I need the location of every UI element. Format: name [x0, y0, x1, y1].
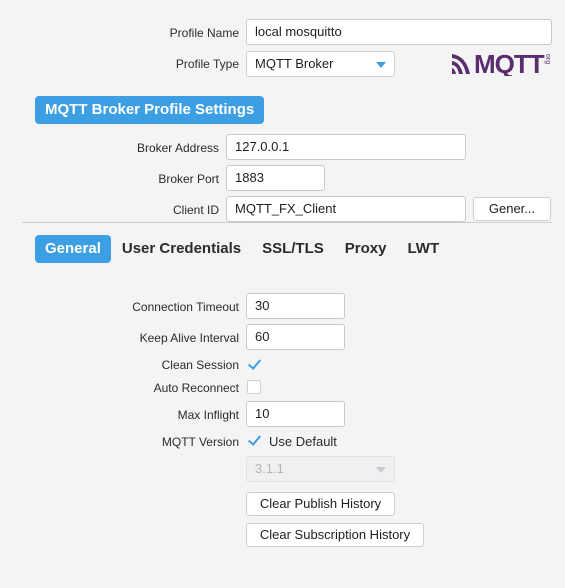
mqtt-version-label: MQTT Version — [161, 435, 239, 449]
tab-user-credentials[interactable]: User Credentials — [112, 235, 251, 263]
connection-timeout-label: Connection Timeout — [132, 300, 239, 314]
broker-port-label: Broker Port — [158, 172, 219, 186]
profile-name-label: Profile Name — [169, 26, 239, 40]
generate-client-id-button[interactable]: Gener... — [473, 197, 551, 221]
keep-alive-label: Keep Alive Interval — [139, 331, 239, 345]
max-inflight-input[interactable]: 10 — [246, 401, 345, 427]
client-id-label: Client ID — [172, 203, 219, 217]
auto-reconnect-checkbox[interactable] — [247, 380, 261, 394]
clean-session-checkbox[interactable] — [247, 356, 262, 372]
tab-bar: General User Credentials SSL/TLS Proxy L… — [35, 235, 450, 263]
profile-type-value: MQTT Broker — [255, 56, 334, 71]
profile-type-label: Profile Type — [175, 57, 239, 71]
auto-reconnect-label: Auto Reconnect — [153, 381, 239, 395]
client-id-input[interactable]: MQTT_FX_Client — [226, 196, 466, 222]
profile-name-input[interactable]: local mosquitto — [246, 19, 552, 45]
tab-proxy[interactable]: Proxy — [335, 235, 397, 263]
mqtt-logo-text: MQTT — [474, 50, 545, 76]
max-inflight-label: Max Inflight — [177, 408, 239, 422]
tab-ssl-tls[interactable]: SSL/TLS — [252, 235, 334, 263]
broker-address-label: Broker Address — [136, 141, 219, 155]
tab-lwt[interactable]: LWT — [397, 235, 449, 263]
divider — [22, 222, 552, 223]
section-title: MQTT Broker Profile Settings — [35, 96, 265, 124]
mqtt-version-value: 3.1.1 — [255, 461, 284, 476]
chevron-down-icon — [376, 62, 386, 68]
profile-type-select[interactable]: MQTT Broker — [246, 51, 395, 77]
keep-alive-input[interactable]: 60 — [246, 324, 345, 350]
use-default-checkbox[interactable] — [247, 432, 262, 448]
mqtt-logo-waves-icon — [452, 54, 470, 74]
connection-timeout-input[interactable]: 30 — [246, 293, 345, 319]
mqtt-logo: MQTT org — [452, 50, 551, 76]
clear-subscription-history-button[interactable]: Clear Subscription History — [246, 523, 424, 547]
broker-address-input[interactable]: 127.0.0.1 — [226, 134, 466, 160]
clean-session-label: Clean Session — [161, 358, 239, 372]
chevron-down-icon — [376, 467, 386, 473]
use-default-label[interactable]: Use Default — [269, 434, 337, 449]
broker-port-input[interactable]: 1883 — [226, 165, 325, 191]
checkmark-icon — [247, 432, 262, 446]
tab-general[interactable]: General — [35, 235, 111, 263]
mqtt-version-select[interactable]: 3.1.1 — [246, 456, 395, 482]
mqtt-logo-sub: org — [544, 54, 551, 64]
checkmark-icon — [247, 356, 262, 370]
clear-publish-history-button[interactable]: Clear Publish History — [246, 492, 395, 516]
